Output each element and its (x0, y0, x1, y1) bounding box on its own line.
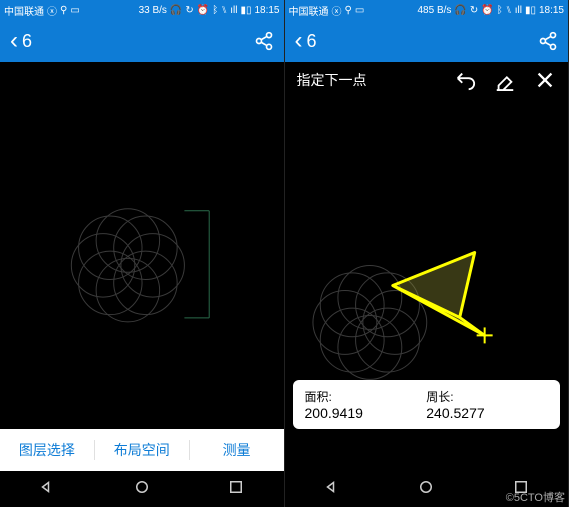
share-button[interactable] (538, 31, 558, 51)
tab-layout-space[interactable]: 布局空间 (95, 440, 190, 460)
headphones-icon: 🎧 (170, 5, 182, 16)
card-icon: ▭ (355, 5, 364, 16)
battery-icon: ▮▯ (525, 5, 536, 16)
sync-icon: ↻ (185, 5, 193, 16)
chevron-left-icon: ‹ (10, 27, 18, 55)
phone-left: 中国联通 ⓧ ⚲ ▭ 33 B/s 🎧 ↻ ⏰ ᛒ ⑊ ıll ▮▯ 18:15… (0, 0, 285, 507)
tab-measure[interactable]: 测量 (190, 440, 284, 460)
alarm-icon: ⏰ (481, 5, 493, 16)
area-value: 200.9419 (305, 405, 427, 421)
perimeter-value: 240.5277 (426, 405, 548, 421)
close-button[interactable] (534, 69, 556, 91)
page-title: 6 (22, 31, 32, 52)
sync-icon: ↻ (470, 5, 478, 16)
wifi-icon: ⑊ (221, 5, 227, 16)
status-bar: 中国联通 ⓧ ⚲ ▭ 485 B/s 🎧 ↻ ⏰ ᛒ ⑊ ıll ▮▯ 18:1… (285, 0, 569, 20)
bluetooth-icon: ᛒ (212, 5, 218, 16)
bottom-tabs: 图层选择 布局空间 测量 (0, 429, 284, 471)
nav-home-icon[interactable] (417, 478, 435, 501)
headphones-icon: 🎧 (454, 5, 466, 16)
nav-back-icon[interactable] (38, 478, 56, 501)
speed-text: 485 B/s (418, 5, 452, 16)
drawing-canvas[interactable] (0, 62, 284, 429)
wifi-icon: ⑊ (506, 5, 512, 16)
carrier-text: 中国联通 (4, 3, 44, 18)
area-label: 面积: (305, 388, 427, 405)
prompt-text: 指定下一点 (297, 70, 367, 90)
location-icon: ⚲ (60, 5, 67, 16)
result-card: 面积: 200.9419 周长: 240.5277 (293, 380, 561, 429)
perimeter-label: 周长: (426, 388, 548, 405)
page-title: 6 (307, 31, 317, 52)
time-text: 18:15 (539, 5, 564, 16)
app-bar: ‹ 6 (285, 20, 569, 62)
status-bar: 中国联通 ⓧ ⚲ ▭ 33 B/s 🎧 ↻ ⏰ ᛒ ⑊ ıll ▮▯ 18:15 (0, 0, 284, 20)
nav-back-icon[interactable] (323, 478, 341, 501)
erase-button[interactable] (494, 69, 516, 91)
alarm-icon: ⏰ (197, 5, 209, 16)
nfc-icon: ⓧ (332, 3, 342, 18)
bluetooth-icon: ᛒ (497, 5, 503, 16)
location-icon: ⚲ (345, 5, 352, 16)
back-button[interactable]: ‹ 6 (295, 27, 317, 55)
signal-icon: ıll (515, 5, 522, 16)
signal-icon: ıll (230, 5, 237, 16)
carrier-text: 中国联通 (289, 3, 329, 18)
back-button[interactable]: ‹ 6 (10, 27, 32, 55)
prompt-bar: 指定下一点 (285, 62, 569, 98)
share-button[interactable] (254, 31, 274, 51)
undo-button[interactable] (454, 69, 476, 91)
chevron-left-icon: ‹ (295, 27, 303, 55)
battery-icon: ▮▯ (240, 5, 251, 16)
watermark: ©5CTO博客 (506, 489, 565, 505)
time-text: 18:15 (254, 5, 279, 16)
nfc-icon: ⓧ (47, 3, 57, 18)
drawing-canvas[interactable]: 面积: 200.9419 周长: 240.5277 (285, 98, 569, 471)
android-nav (0, 471, 284, 507)
speed-text: 33 B/s (139, 5, 167, 16)
nav-recent-icon[interactable] (227, 478, 245, 501)
nav-home-icon[interactable] (133, 478, 151, 501)
card-icon: ▭ (70, 5, 79, 16)
tab-layer-select[interactable]: 图层选择 (0, 440, 95, 460)
app-bar: ‹ 6 (0, 20, 284, 62)
phone-right: 中国联通 ⓧ ⚲ ▭ 485 B/s 🎧 ↻ ⏰ ᛒ ⑊ ıll ▮▯ 18:1… (285, 0, 569, 507)
